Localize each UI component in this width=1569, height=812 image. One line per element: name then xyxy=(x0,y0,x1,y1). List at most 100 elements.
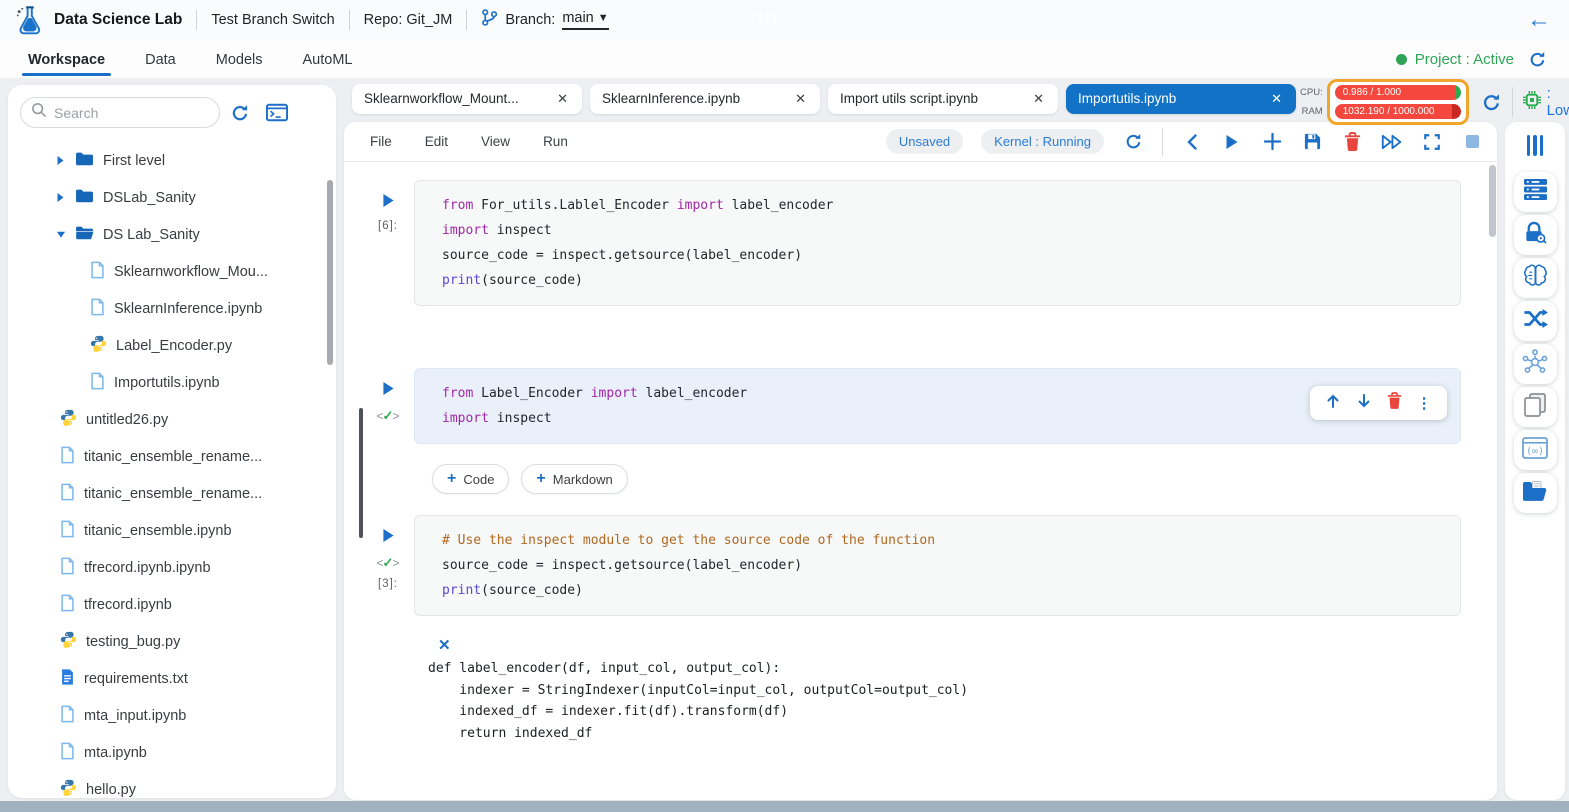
notebook-file-icon xyxy=(90,298,105,320)
nav-item-workspace[interactable]: Workspace xyxy=(26,43,107,76)
layout-columns-icon[interactable] xyxy=(1527,135,1544,156)
nav-item-data[interactable]: Data xyxy=(143,43,178,76)
tab-close-icon[interactable]: ✕ xyxy=(1031,91,1046,107)
menu-edit[interactable]: Edit xyxy=(425,134,448,149)
tree-folder-dslab-sanity[interactable]: DSLab_Sanity xyxy=(8,179,336,216)
tree-file-label-encoder-py[interactable]: Label_Encoder.py xyxy=(8,327,336,364)
add-markdown-label: Markdown xyxy=(553,472,613,487)
notebook-file-icon xyxy=(90,261,105,283)
tree-file-mta-ipynb[interactable]: mta.ipynb xyxy=(8,734,336,771)
window-link-icon-button[interactable]: (∞) xyxy=(1514,430,1557,470)
tree-file-importutils-ipynb[interactable]: Importutils.ipynb xyxy=(8,364,336,401)
back-arrow-button[interactable]: ← xyxy=(1527,10,1551,30)
notebook-refresh-button[interactable] xyxy=(1122,132,1144,151)
tree-file-titanic-ensemble-rename[interactable]: titanic_ensemble_rename... xyxy=(8,438,336,475)
menu-view[interactable]: View xyxy=(481,134,510,149)
branch-selector[interactable]: Branch: main ▼ xyxy=(481,8,608,32)
bottom-scroll-strip[interactable] xyxy=(0,801,1569,812)
resource-bars: 0.986 / 1.000 1032.190 / 1000.000 xyxy=(1327,79,1469,125)
add-markdown-cell-button[interactable]: + Markdown xyxy=(521,464,627,494)
hub-icon-button[interactable] xyxy=(1514,344,1557,384)
notebook-scrollbar[interactable] xyxy=(1489,165,1496,795)
fullscreen-icon[interactable] xyxy=(1421,133,1443,151)
tab-close-icon[interactable]: ✕ xyxy=(793,91,808,107)
cell-3-code-editor[interactable]: # Use the inspect module to get the sour… xyxy=(414,515,1461,616)
server-icon-button[interactable] xyxy=(1514,172,1557,212)
lock-icon-button[interactable] xyxy=(1514,215,1557,255)
terminal-button[interactable] xyxy=(266,103,288,122)
tree-file-tfrecord-ipynb[interactable]: tfrecord.ipynb xyxy=(8,586,336,623)
explorer-refresh-button[interactable] xyxy=(230,103,250,123)
doc-tab-import-utils-script-ipynb[interactable]: Import utils script.ipynb✕ xyxy=(828,84,1058,114)
search-box[interactable] xyxy=(20,97,220,128)
notebook-file-icon xyxy=(60,742,75,764)
tree-file-titanic-ensemble-ipynb[interactable]: titanic_ensemble.ipynb xyxy=(8,512,336,549)
chevron-down-icon: ▼ xyxy=(598,12,609,24)
divider xyxy=(466,10,467,30)
tab-close-icon[interactable]: ✕ xyxy=(1269,91,1284,107)
caret-collapsed-icon[interactable] xyxy=(56,155,66,166)
run-cell-icon[interactable] xyxy=(1221,134,1243,150)
tree-file-mta-input-ipynb[interactable]: mta_input.ipynb xyxy=(8,697,336,734)
folder-open-icon-button[interactable] xyxy=(1514,473,1557,513)
tree-file-testing-bug-py[interactable]: testing_bug.py xyxy=(8,623,336,660)
resources-refresh-button[interactable] xyxy=(1481,92,1502,113)
cell-more-options-icon[interactable]: ⋮ xyxy=(1417,394,1432,412)
nav-items: Workspace Data Models AutoML xyxy=(26,43,390,76)
doc-tab-sklearninference-ipynb[interactable]: SklearnInference.ipynb ✕ xyxy=(590,84,820,114)
explorer-search-row xyxy=(8,85,336,134)
stop-kernel-icon[interactable] xyxy=(1461,134,1483,149)
tree-file-requirements-txt[interactable]: requirements.txt xyxy=(8,660,336,697)
menu-file[interactable]: File xyxy=(370,134,392,149)
tree-file-tfrecord-ipynb-ipynb[interactable]: tfrecord.ipynb.ipynb xyxy=(8,549,336,586)
tree-file-sklearnworkflow-mou[interactable]: Sklearnworkflow_Mou... xyxy=(8,253,336,290)
add-cell-icon[interactable] xyxy=(1261,133,1283,150)
cell-output: ✕ def label_encoder(df, input_col, outpu… xyxy=(428,636,1497,744)
close-output-icon[interactable]: ✕ xyxy=(438,636,454,654)
nav-item-models[interactable]: Models xyxy=(214,43,265,76)
search-input[interactable] xyxy=(54,105,194,121)
move-cell-up-icon[interactable] xyxy=(1325,393,1341,414)
shuffle-icon-button[interactable] xyxy=(1514,301,1557,341)
tree-folder-first-level[interactable]: First level xyxy=(8,142,336,179)
cell-3-gutter: <✓> [3]: xyxy=(362,515,414,616)
project-refresh-button[interactable] xyxy=(1528,50,1547,69)
sidebar-scrollbar[interactable] xyxy=(327,180,333,740)
notebook-file-icon xyxy=(90,372,105,394)
nav-item-automl[interactable]: AutoML xyxy=(301,43,355,76)
delete-cell-trash-icon[interactable] xyxy=(1341,132,1363,151)
run-cell-play-icon[interactable] xyxy=(382,193,395,213)
doc-tab-label: SklearnInference.ipynb xyxy=(602,91,740,106)
run-all-icon[interactable] xyxy=(1381,133,1403,151)
cell-1-code-editor[interactable]: from For_utils.Lablel_Encoder import lab… xyxy=(414,180,1461,306)
copy-icon-button[interactable] xyxy=(1514,387,1557,427)
cell-2-code-editor[interactable]: from Label_Encoder import label_encoderi… xyxy=(414,368,1461,444)
caret-collapsed-icon[interactable] xyxy=(56,192,66,203)
notebook-scrollbar-handle[interactable] xyxy=(1489,165,1496,237)
doc-tab-importutils-ipynb[interactable]: Importutils.ipynb✕ xyxy=(1066,84,1296,114)
menu-run[interactable]: Run xyxy=(543,134,568,149)
tree-file-hello-py[interactable]: hello.py xyxy=(8,771,336,798)
doc-tab-sklearnworkflow-mount[interactable]: Sklearnworkflow_Mount...✕ xyxy=(352,84,582,114)
tree-file-sklearninference-ipynb[interactable]: SklearnInference.ipynb xyxy=(8,290,336,327)
tree-item-label: testing_bug.py xyxy=(86,634,180,650)
run-cell-play-icon[interactable] xyxy=(382,528,395,548)
delete-cell-icon[interactable] xyxy=(1387,392,1402,414)
save-icon[interactable] xyxy=(1301,132,1323,151)
folder-open-icon xyxy=(75,225,94,245)
tab-close-icon[interactable]: ✕ xyxy=(555,91,570,107)
brain-icon-button[interactable] xyxy=(1514,258,1557,298)
tree-folder-ds-lab-sanity[interactable]: DS Lab_Sanity xyxy=(8,216,336,253)
sidebar-scrollbar-handle[interactable] xyxy=(327,180,333,365)
move-cell-down-icon[interactable] xyxy=(1356,393,1372,414)
page-indicator: 1/1 xyxy=(756,10,780,27)
tree-file-titanic-ensemble-rename[interactable]: titanic_ensemble_rename... xyxy=(8,475,336,512)
add-code-cell-button[interactable]: + Code xyxy=(432,464,509,494)
file-explorer-panel: First levelDSLab_SanityDS Lab_SanitySkle… xyxy=(8,85,336,798)
collapse-left-icon[interactable] xyxy=(1181,134,1203,150)
tree-item-label: untitled26.py xyxy=(86,412,168,428)
tree-file-untitled26-py[interactable]: untitled26.py xyxy=(8,401,336,438)
caret-expanded-icon[interactable] xyxy=(56,230,66,239)
top-bar: Data Science Lab Test Branch Switch Repo… xyxy=(0,0,1569,40)
run-cell-play-icon[interactable] xyxy=(382,381,395,401)
